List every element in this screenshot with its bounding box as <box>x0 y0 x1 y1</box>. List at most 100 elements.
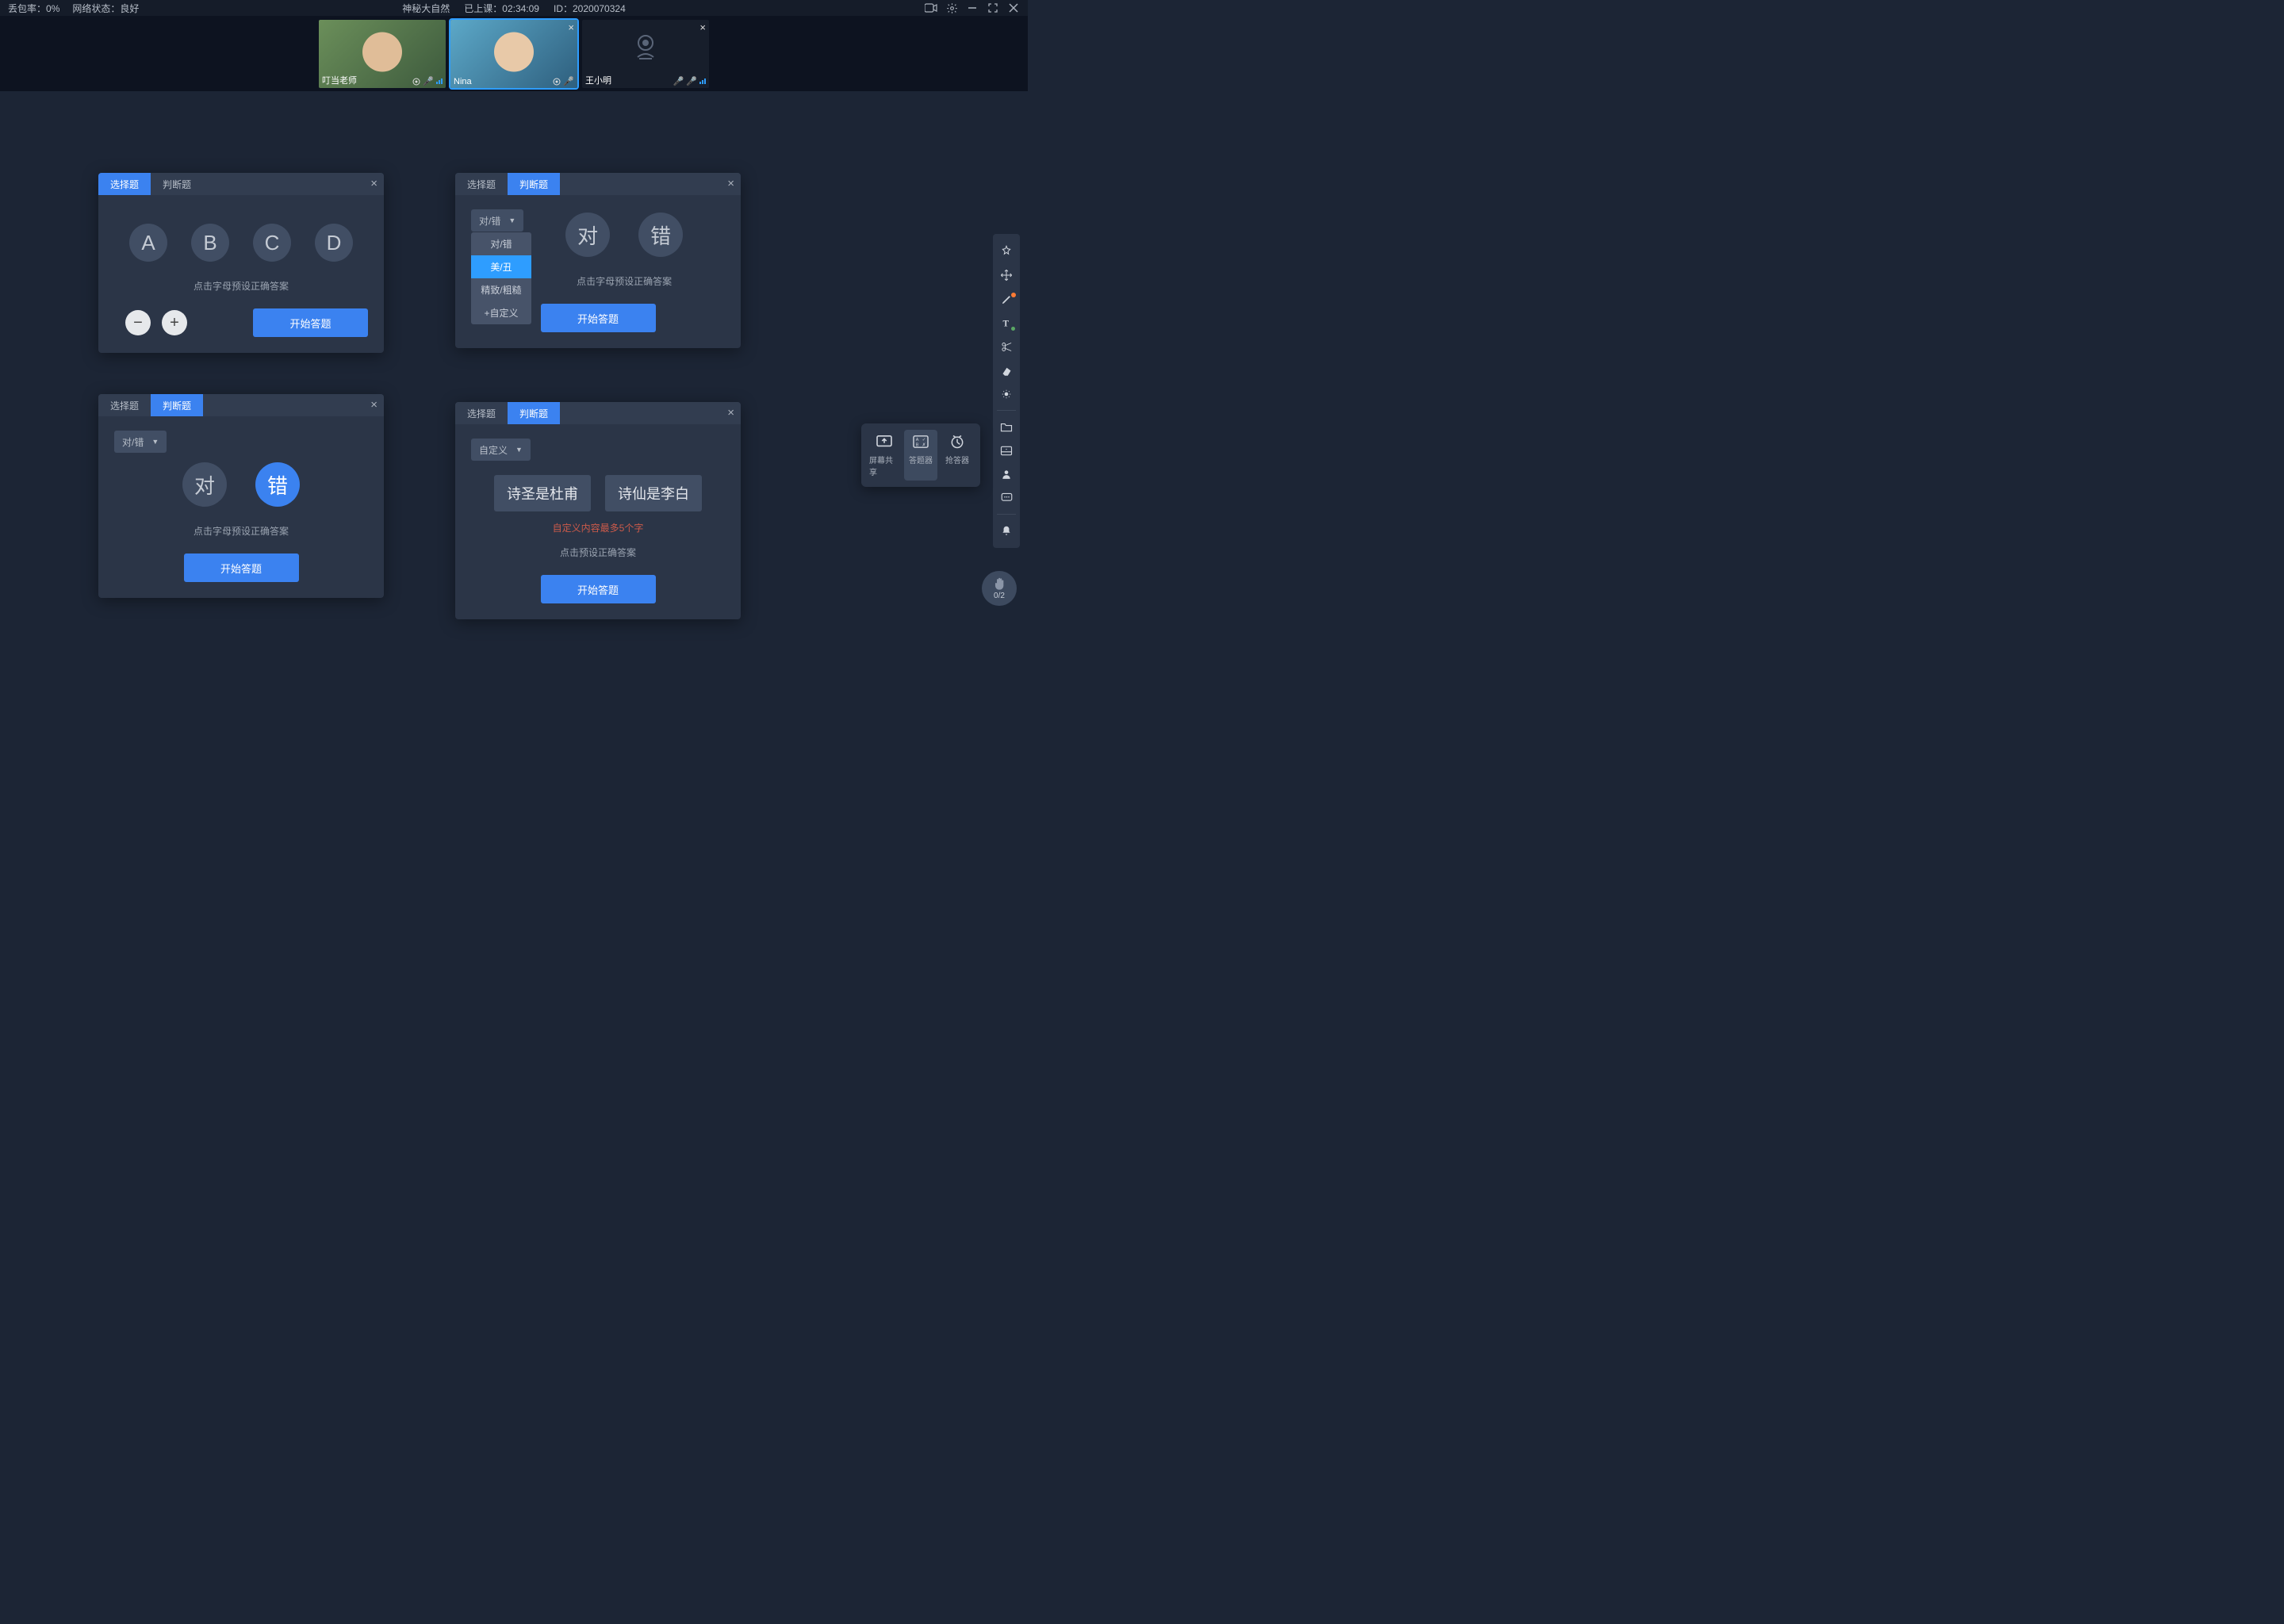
quiz-panel-custom: 选择题 判断题 × 自定义 ▼ 诗圣是杜甫 诗仙是李白 自定义内容最多5个字 点… <box>455 402 741 619</box>
tab-truefalse[interactable]: 判断题 <box>151 173 203 195</box>
mic-icon: 🎤 <box>686 76 697 86</box>
settings-icon[interactable] <box>945 2 958 14</box>
svg-text:B: B <box>916 442 919 447</box>
start-quiz-button[interactable]: 开始答题 <box>253 308 368 337</box>
screen-share-button[interactable]: 屏幕共享 <box>868 430 901 481</box>
add-option-button[interactable]: + <box>162 310 187 335</box>
participant-tile[interactable]: × 王小明 🎤 🎤 <box>582 20 709 88</box>
pen-icon[interactable] <box>995 288 1017 310</box>
laser-pointer-icon[interactable] <box>995 240 1017 262</box>
answer-tool-icon: A✓B✗ <box>911 433 930 450</box>
tab-choice[interactable]: 选择题 <box>98 394 151 416</box>
signal-icon <box>436 79 443 84</box>
session-id: ID：2020070324 <box>554 2 626 15</box>
hint-text: 点击字母预设正确答案 <box>114 279 368 293</box>
target-icon <box>412 78 420 86</box>
share-item-label: 答题器 <box>909 454 933 465</box>
class-title: 神秘大自然 <box>402 2 450 15</box>
eraser-icon[interactable] <box>995 359 1017 381</box>
chevron-down-icon: ▼ <box>151 438 159 446</box>
close-icon[interactable] <box>1007 2 1020 14</box>
option-d[interactable]: D <box>315 224 353 262</box>
chevron-down-icon: ▼ <box>515 446 523 454</box>
custom-option[interactable]: 诗仙是李白 <box>605 475 702 511</box>
hand-icon <box>993 576 1006 591</box>
raise-hand-button[interactable]: 0/2 <box>982 571 1017 606</box>
remove-option-button[interactable]: − <box>125 310 151 335</box>
start-quiz-button[interactable]: 开始答题 <box>541 304 656 332</box>
svg-text:T: T <box>1002 319 1009 328</box>
folder-icon[interactable] <box>995 416 1017 438</box>
svg-text:A: A <box>916 438 919 442</box>
dropdown-item[interactable]: 对/错 <box>471 232 531 255</box>
tile-close-icon[interactable]: × <box>568 21 574 33</box>
chevron-down-icon: ▼ <box>508 216 515 224</box>
tf-type-select[interactable]: 对/错 ▼ <box>114 431 167 453</box>
option-a[interactable]: A <box>129 224 167 262</box>
tf-type-select[interactable]: 自定义 ▼ <box>471 439 531 461</box>
share-item-label: 屏幕共享 <box>869 454 899 477</box>
tile-close-icon[interactable]: × <box>699 21 706 33</box>
participant-name: 王小明 <box>585 74 611 86</box>
svg-text:✗: ✗ <box>922 442 926 447</box>
signal-icon <box>699 79 706 84</box>
hint-text: 点击字母预设正确答案 <box>523 274 725 288</box>
drawer-icon[interactable] <box>995 439 1017 462</box>
tab-choice[interactable]: 选择题 <box>98 173 151 195</box>
tf-option-false[interactable]: 错 <box>255 462 300 507</box>
tab-choice[interactable]: 选择题 <box>455 173 508 195</box>
dropdown-item[interactable]: 精致/粗糙 <box>471 278 531 301</box>
text-icon[interactable]: T <box>995 312 1017 334</box>
chat-icon[interactable] <box>995 487 1017 509</box>
scissors-icon[interactable] <box>995 335 1017 358</box>
tf-type-select[interactable]: 对/错 ▼ 对/错 美/丑 精致/粗糙 +自定义 <box>471 209 523 232</box>
mic-icon: 🎤 <box>423 76 434 86</box>
panel-close-icon[interactable]: × <box>370 177 377 190</box>
share-item-label: 抢答器 <box>945 454 969 465</box>
panel-close-icon[interactable]: × <box>727 406 734 419</box>
packet-loss: 丢包率：0% <box>8 2 59 15</box>
answer-tool-button[interactable]: A✓B✗ 答题器 <box>904 430 937 481</box>
minimize-icon[interactable] <box>966 2 979 14</box>
dropdown-item[interactable]: 美/丑 <box>471 255 531 278</box>
participant-strip: 叮当老师 🎤 × Nina 🎤 × 王小明 🎤 🎤 <box>0 16 1028 91</box>
tab-truefalse[interactable]: 判断题 <box>151 394 203 416</box>
dropdown-item[interactable]: +自定义 <box>471 301 531 324</box>
panel-close-icon[interactable]: × <box>727 177 734 190</box>
tf-option-true[interactable]: 对 <box>182 462 227 507</box>
bell-icon[interactable] <box>995 519 1017 542</box>
participant-tile[interactable]: 叮当老师 🎤 <box>319 20 446 88</box>
buzzer-button[interactable]: 抢答器 <box>941 430 974 481</box>
maximize-icon[interactable] <box>987 2 999 14</box>
start-quiz-button[interactable]: 开始答题 <box>541 575 656 603</box>
panel-close-icon[interactable]: × <box>370 398 377 412</box>
tf-option-false[interactable]: 错 <box>638 213 683 257</box>
tab-choice[interactable]: 选择题 <box>455 402 508 424</box>
participant-name: Nina <box>454 77 472 86</box>
custom-option[interactable]: 诗圣是杜甫 <box>494 475 591 511</box>
network-status: 网络状态：良好 <box>72 2 139 15</box>
person-icon[interactable] <box>995 463 1017 485</box>
camera-toggle-icon[interactable] <box>925 2 937 14</box>
tf-type-dropdown: 对/错 美/丑 精致/粗糙 +自定义 <box>471 232 531 324</box>
option-c[interactable]: C <box>253 224 291 262</box>
camera-off-icon <box>630 33 661 60</box>
status-bar: 丢包率：0% 网络状态：良好 神秘大自然 已上课：02:34:09 ID：202… <box>0 0 1028 16</box>
tab-truefalse[interactable]: 判断题 <box>508 173 560 195</box>
quiz-panel-truefalse-dropdown: 选择题 判断题 × 对/错 ▼ 对/错 美/丑 精致/粗糙 +自定义 <box>455 173 741 348</box>
option-b[interactable]: B <box>191 224 229 262</box>
quiz-panel-choice: 选择题 判断题 × A B C D 点击字母预设正确答案 − + 开始答题 <box>98 173 384 353</box>
hint-text: 点击预设正确答案 <box>471 546 725 559</box>
tab-truefalse[interactable]: 判断题 <box>508 402 560 424</box>
participant-name: 叮当老师 <box>322 74 357 86</box>
participant-tile[interactable]: × Nina 🎤 <box>450 20 577 88</box>
move-icon[interactable] <box>995 264 1017 286</box>
quiz-panel-truefalse: 选择题 判断题 × 对/错 ▼ 对 错 点击字母预设正确答案 开始答题 <box>98 394 384 598</box>
start-quiz-button[interactable]: 开始答题 <box>184 553 299 582</box>
screen-share-icon <box>875 433 894 450</box>
tf-option-true[interactable]: 对 <box>565 213 610 257</box>
warning-text: 自定义内容最多5个字 <box>471 521 725 534</box>
hint-text: 点击字母预设正确答案 <box>114 524 368 538</box>
brightness-icon[interactable] <box>995 383 1017 405</box>
elapsed-time: 已上课：02:34:09 <box>464 2 539 15</box>
